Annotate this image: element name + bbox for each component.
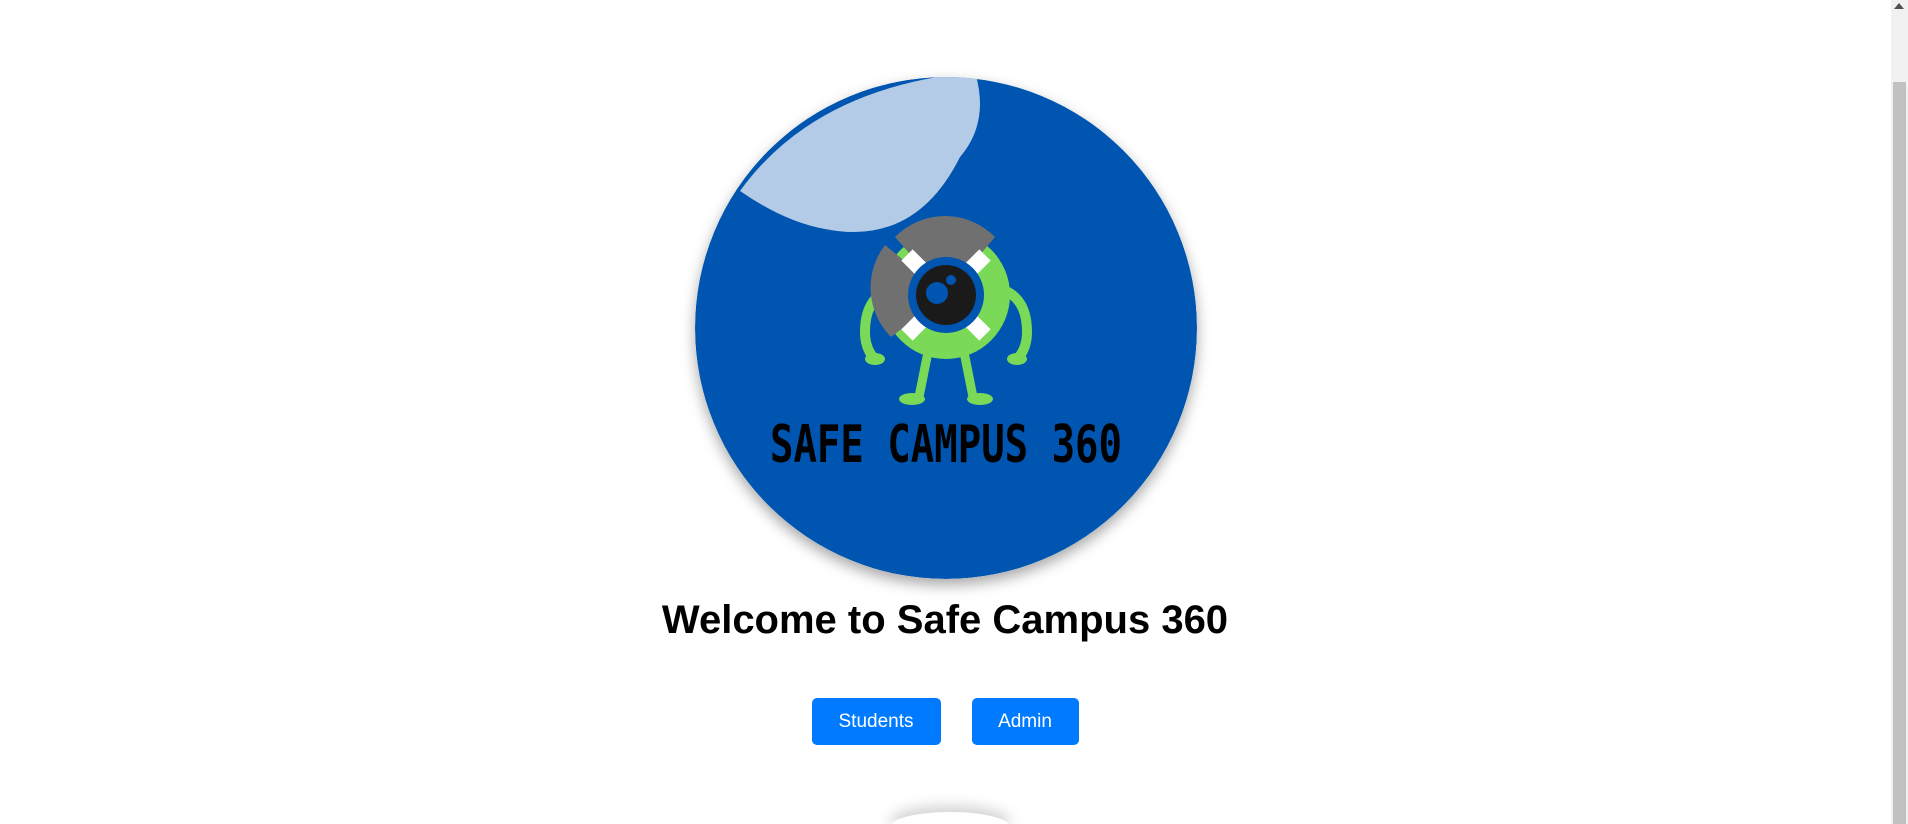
scroll-up-icon[interactable] bbox=[1894, 3, 1904, 9]
welcome-title: Welcome to Safe Campus 360 bbox=[661, 598, 1229, 642]
logo-brand-text: SAFE CAMPUS 360 bbox=[770, 415, 1122, 475]
role-button-group: Students Admin bbox=[0, 698, 1890, 745]
vertical-scrollbar[interactable] bbox=[1891, 0, 1908, 824]
safe-campus-logo: SAFE CAMPUS 360 bbox=[695, 77, 1197, 579]
scrollbar-thumb[interactable] bbox=[1893, 82, 1906, 824]
landing-page: SAFE CAMPUS 360 Welcome to Safe Campus 3… bbox=[0, 0, 1908, 824]
students-button[interactable]: Students bbox=[811, 698, 941, 745]
footer-shadow bbox=[890, 812, 1010, 824]
admin-button[interactable]: Admin bbox=[971, 698, 1079, 745]
